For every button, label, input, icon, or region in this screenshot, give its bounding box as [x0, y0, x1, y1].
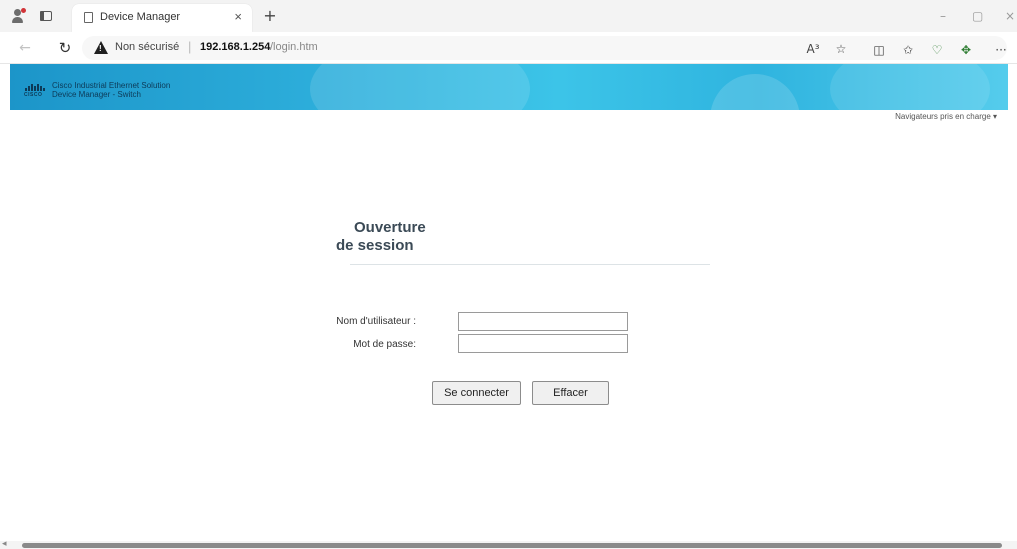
- connect-button[interactable]: Se connecter: [432, 381, 521, 405]
- refresh-button[interactable]: ↻: [56, 39, 74, 57]
- password-input[interactable]: [458, 334, 628, 353]
- back-button[interactable]: ←: [16, 39, 34, 57]
- clear-button[interactable]: Effacer: [532, 381, 609, 405]
- cisco-logo-icon: CISCO: [24, 81, 46, 98]
- title-divider: [350, 264, 710, 265]
- navigation-bar: ← ↻ Non sécurisé | 192.168.1.254 /login.…: [0, 32, 1017, 64]
- read-aloud-icon[interactable]: A³: [805, 41, 821, 57]
- page-icon: [84, 12, 93, 23]
- workspaces-icon[interactable]: [38, 8, 54, 24]
- close-window-button[interactable]: ×: [1005, 9, 1015, 23]
- cisco-logo-word: CISCO: [24, 92, 43, 98]
- tab-device-manager[interactable]: Device Manager ×: [72, 4, 252, 32]
- favorite-star-icon[interactable]: ☆: [833, 41, 849, 57]
- login-title-line1: Ouverture: [354, 219, 426, 236]
- new-tab-button[interactable]: +: [262, 8, 278, 24]
- scrollbar-thumb[interactable]: [22, 543, 1002, 548]
- security-label[interactable]: Non sécurisé: [115, 41, 179, 53]
- username-label: Nom d'utilisateur :: [336, 316, 416, 327]
- cisco-banner: CISCO Cisco Industrial Ethernet Solution…: [10, 64, 1008, 110]
- url-host: 192.168.1.254: [200, 41, 271, 53]
- warning-icon[interactable]: [94, 41, 108, 54]
- tab-title: Device Manager: [100, 11, 181, 23]
- url-separator: |: [188, 39, 192, 54]
- split-screen-icon[interactable]: ◫: [871, 42, 887, 58]
- browser-essentials-icon[interactable]: ♡: [929, 42, 945, 58]
- address-bar[interactable]: Non sécurisé | 192.168.1.254 /login.htm …: [82, 36, 1007, 60]
- favorites-icon[interactable]: ✩: [900, 42, 916, 58]
- tab-strip: Device Manager × + – ▢ ×: [0, 0, 1017, 32]
- url-path: /login.htm: [270, 41, 318, 53]
- browser-window: Device Manager × + – ▢ × ← ↻ Non sécuris…: [0, 0, 1017, 549]
- scroll-left-arrow-icon[interactable]: ◂: [2, 538, 7, 549]
- product-subtitle: Device Manager - Switch: [52, 90, 141, 99]
- login-title-line2: de session: [336, 237, 414, 254]
- username-input[interactable]: [458, 312, 628, 331]
- product-name: Cisco Industrial Ethernet Solution: [52, 81, 171, 90]
- supported-browsers-link[interactable]: Navigateurs pris en charge ▾: [895, 112, 997, 121]
- profile-icon[interactable]: [10, 8, 26, 24]
- tab-close-button[interactable]: ×: [234, 9, 242, 24]
- horizontal-scrollbar[interactable]: ◂: [0, 538, 1017, 549]
- more-icon[interactable]: ···: [993, 42, 1009, 58]
- minimize-button[interactable]: –: [940, 9, 946, 23]
- maximize-button[interactable]: ▢: [972, 9, 983, 23]
- password-label: Mot de passe:: [353, 339, 416, 350]
- login-title: Ouverture de session: [336, 219, 426, 255]
- extension-icon[interactable]: ✥: [958, 42, 974, 58]
